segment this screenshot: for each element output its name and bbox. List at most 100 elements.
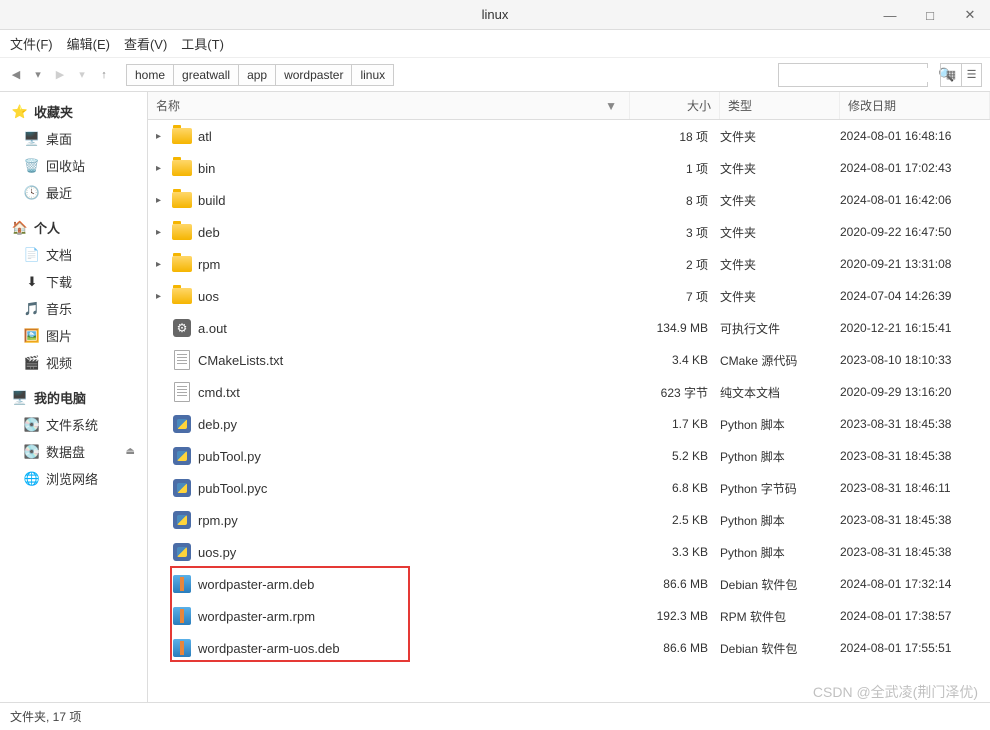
sidebar-item-download[interactable]: ⬇ 下载 — [0, 268, 147, 295]
file-row[interactable]: ▸deb3 项文件夹2020-09-22 16:47:50 — [148, 216, 990, 248]
file-row[interactable]: ▸uos7 项文件夹2024-07-04 14:26:39 — [148, 280, 990, 312]
expand-icon[interactable]: ▸ — [156, 291, 166, 302]
file-row[interactable]: ▸bin1 项文件夹2024-08-01 17:02:43 — [148, 152, 990, 184]
favorites-icon: ⭐ — [12, 104, 28, 120]
sidebar-item-desktop[interactable]: 🖥️桌面 — [0, 125, 147, 152]
forward-button[interactable]: ▶ — [52, 67, 68, 83]
file-date: 2024-08-01 17:02:43 — [840, 161, 990, 175]
back-menu[interactable]: ▾ — [30, 67, 46, 83]
expand-icon[interactable]: ▸ — [156, 227, 166, 238]
python-icon — [173, 415, 191, 433]
sidebar-item-doc[interactable]: 📄文档 — [0, 241, 147, 268]
file-size: 2 项 — [630, 256, 720, 273]
file-row[interactable]: pubTool.pyc6.8 KBPython 字节码2023-08-31 18… — [148, 472, 990, 504]
maximize-button[interactable]: □ — [910, 0, 950, 30]
file-row[interactable]: pubTool.py5.2 KBPython 脚本2023-08-31 18:4… — [148, 440, 990, 472]
file-date: 2020-09-21 13:31:08 — [840, 257, 990, 271]
file-size: 192.3 MB — [630, 609, 720, 623]
eject-icon[interactable]: ⏏ — [126, 446, 135, 457]
toolbar: ◀ ▾ ▶ ▾ ↑ homegreatwallappwordpasterlinu… — [0, 58, 990, 92]
package-icon — [173, 607, 191, 625]
file-type: 文件夹 — [720, 288, 840, 305]
file-type: RPM 软件包 — [720, 608, 840, 625]
breadcrumb-segment[interactable]: wordpaster — [275, 64, 351, 86]
file-name: rpm — [198, 257, 220, 272]
content-area: 名称▼ 大小 类型 修改日期 ▸atl18 项文件夹2024-08-01 16:… — [148, 92, 990, 702]
file-type: Python 脚本 — [720, 416, 840, 433]
menu-file[interactable]: 文件(F) — [10, 34, 53, 53]
sidebar-item-label: 数据盘 — [46, 442, 85, 461]
column-header-date[interactable]: 修改日期 — [840, 92, 990, 119]
sidebar-item-music[interactable]: 🎵音乐 — [0, 295, 147, 322]
expand-icon[interactable]: ▸ — [156, 195, 166, 206]
sidebar-item-trash[interactable]: 🗑️回收站 — [0, 152, 147, 179]
up-button[interactable]: ↑ — [96, 67, 112, 83]
file-row[interactable]: ⚙a.out134.9 MB可执行文件2020-12-21 16:15:41 — [148, 312, 990, 344]
file-type: Debian 软件包 — [720, 640, 840, 657]
file-name: uos — [198, 289, 219, 304]
file-name: pubTool.py — [198, 449, 261, 464]
file-name: cmd.txt — [198, 385, 240, 400]
sidebar-item-label: 下载 — [46, 272, 72, 291]
file-name: wordpaster-arm-uos.deb — [198, 641, 340, 656]
package-icon — [173, 639, 191, 657]
breadcrumb-segment[interactable]: app — [238, 64, 275, 86]
file-type: Python 脚本 — [720, 512, 840, 529]
breadcrumb: homegreatwallappwordpasterlinux — [126, 64, 394, 86]
back-button[interactable]: ◀ — [8, 67, 24, 83]
music-icon: 🎵 — [24, 301, 40, 317]
file-type: 可执行文件 — [720, 320, 840, 337]
expand-icon[interactable]: ▸ — [156, 163, 166, 174]
sidebar-item-label: 文件系统 — [46, 415, 98, 434]
download-icon: ⬇ — [24, 274, 40, 290]
column-header-type[interactable]: 类型 — [720, 92, 840, 119]
file-list: ▸atl18 项文件夹2024-08-01 16:48:16▸bin1 项文件夹… — [148, 120, 990, 702]
file-size: 2.5 KB — [630, 513, 720, 527]
icon-view-button[interactable]: ▦ — [941, 64, 961, 86]
expand-icon[interactable]: ▸ — [156, 131, 166, 142]
breadcrumb-segment[interactable]: linux — [351, 64, 394, 86]
file-type: 文件夹 — [720, 256, 840, 273]
column-header-name[interactable]: 名称▼ — [148, 92, 630, 119]
file-row[interactable]: CMakeLists.txt3.4 KBCMake 源代码2023-08-10 … — [148, 344, 990, 376]
minimize-button[interactable]: — — [870, 0, 910, 30]
clock-icon: 🕓 — [24, 185, 40, 201]
computer-icon: 🖥️ — [12, 390, 28, 406]
file-row[interactable]: wordpaster-arm-uos.deb86.6 MBDebian 软件包2… — [148, 632, 990, 664]
trash-icon: 🗑️ — [24, 158, 40, 174]
sidebar-item-picture[interactable]: 🖼️图片 — [0, 322, 147, 349]
file-row[interactable]: rpm.py2.5 KBPython 脚本2023-08-31 18:45:38 — [148, 504, 990, 536]
file-row[interactable]: ▸build8 项文件夹2024-08-01 16:42:06 — [148, 184, 990, 216]
sidebar-item-disk[interactable]: 💽文件系统 — [0, 411, 147, 438]
file-row[interactable]: ▸atl18 项文件夹2024-08-01 16:48:16 — [148, 120, 990, 152]
file-row[interactable]: wordpaster-arm.deb86.6 MBDebian 软件包2024-… — [148, 568, 990, 600]
python-icon — [173, 479, 191, 497]
search-input[interactable] — [783, 68, 938, 82]
file-name: bin — [198, 161, 215, 176]
file-name: atl — [198, 129, 212, 144]
file-row[interactable]: wordpaster-arm.rpm192.3 MBRPM 软件包2024-08… — [148, 600, 990, 632]
menu-edit[interactable]: 编辑(E) — [67, 34, 110, 53]
menu-view[interactable]: 查看(V) — [124, 34, 167, 53]
file-name: deb — [198, 225, 220, 240]
sidebar-item-video[interactable]: 🎬视频 — [0, 349, 147, 376]
close-button[interactable]: ✕ — [950, 0, 990, 30]
search-box[interactable]: 🔍 — [778, 63, 928, 87]
file-row[interactable]: uos.py3.3 KBPython 脚本2023-08-31 18:45:38 — [148, 536, 990, 568]
sidebar-item-globe[interactable]: 🌐浏览网络 — [0, 465, 147, 492]
breadcrumb-segment[interactable]: greatwall — [173, 64, 238, 86]
python-icon — [173, 511, 191, 529]
file-row[interactable]: deb.py1.7 KBPython 脚本2023-08-31 18:45:38 — [148, 408, 990, 440]
file-date: 2023-08-31 18:45:38 — [840, 545, 990, 559]
file-row[interactable]: cmd.txt623 字节纯文本文档2020-09-29 13:16:20 — [148, 376, 990, 408]
file-row[interactable]: ▸ rpm 2 项文件夹2020-09-21 13:31:08 — [148, 248, 990, 280]
list-view-button[interactable]: ☰ — [961, 64, 981, 86]
menu-tools[interactable]: 工具(T) — [181, 34, 224, 53]
expand-icon[interactable]: ▸ — [156, 259, 166, 270]
sidebar-item-clock[interactable]: 🕓最近 — [0, 179, 147, 206]
column-header-size[interactable]: 大小 — [630, 92, 720, 119]
forward-menu[interactable]: ▾ — [74, 67, 90, 83]
file-date: 2024-08-01 17:32:14 — [840, 577, 990, 591]
sidebar-item-disk[interactable]: 💽数据盘⏏ — [0, 438, 147, 465]
breadcrumb-segment[interactable]: home — [126, 64, 173, 86]
